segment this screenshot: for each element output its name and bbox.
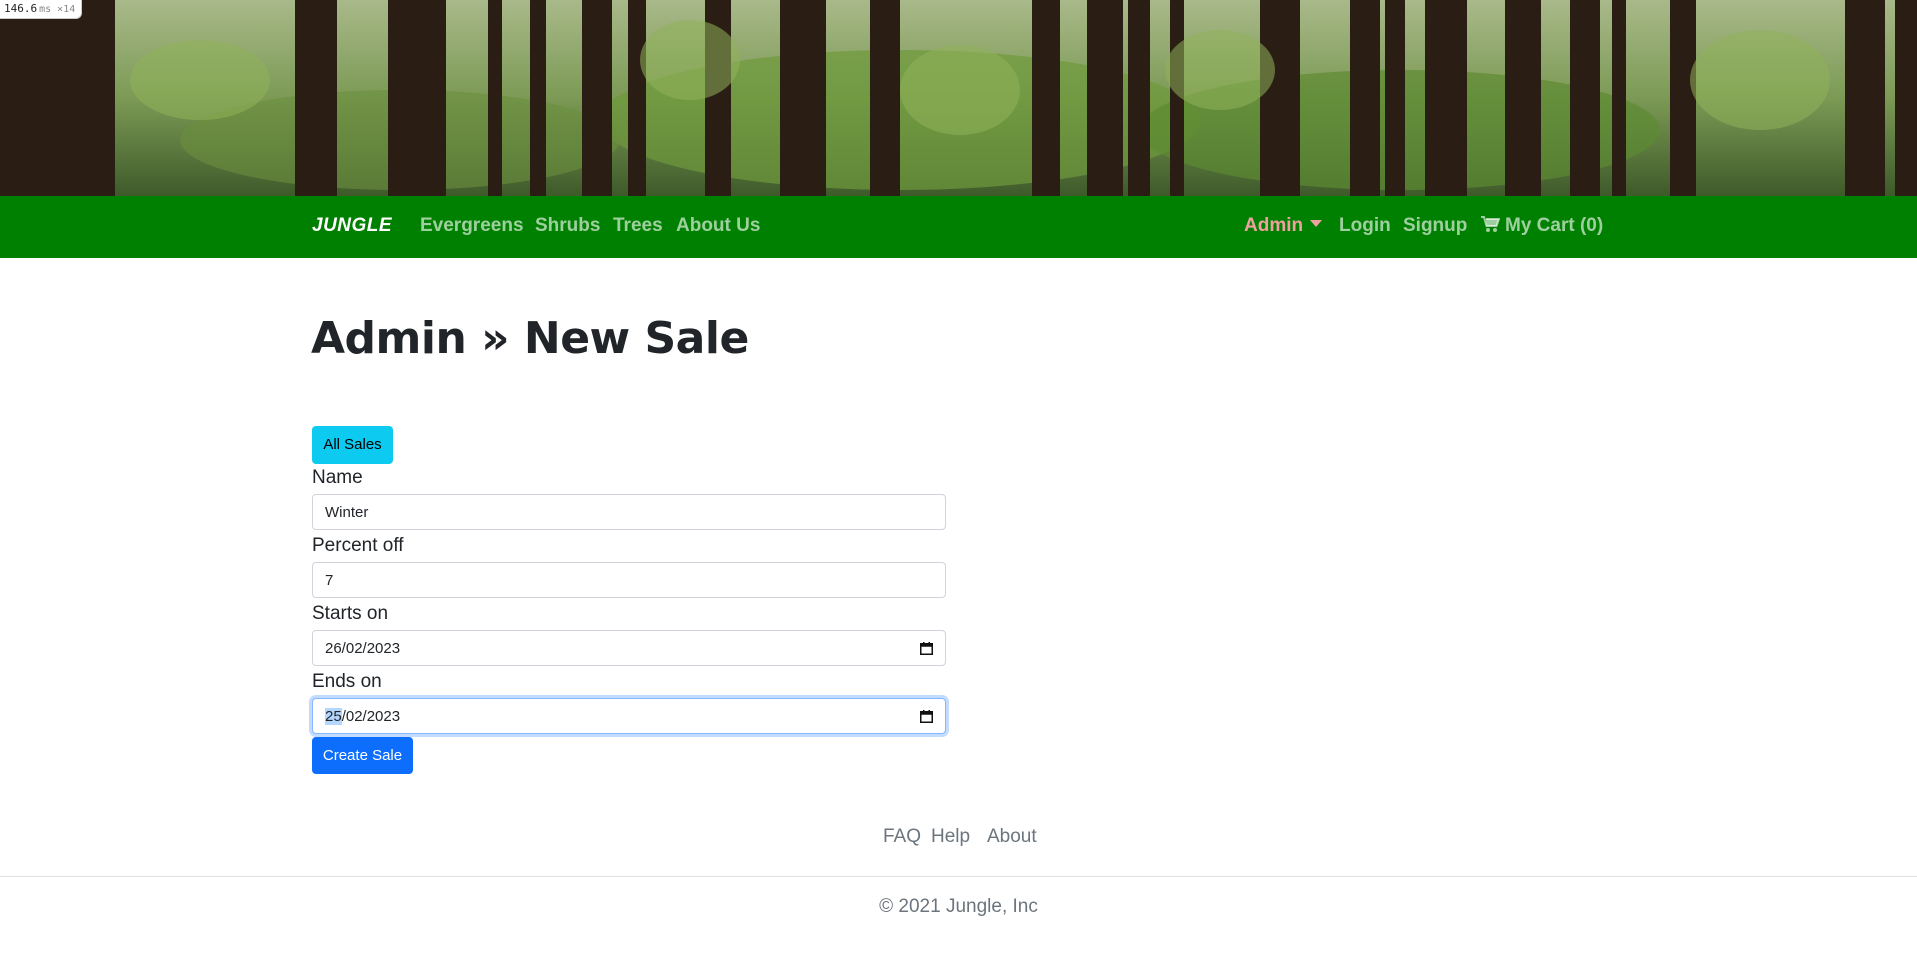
footer-link-about[interactable]: About	[987, 826, 1037, 848]
chevron-down-icon	[1310, 220, 1323, 227]
page-title: Admin » New Sale	[311, 313, 749, 364]
all-sales-button[interactable]: All Sales	[312, 426, 393, 464]
hero-banner	[0, 0, 1917, 196]
footer-link-faq[interactable]: FAQ	[883, 826, 921, 848]
brand-logo[interactable]: JUNGLE	[312, 215, 392, 237]
ends-on-label: Ends on	[312, 671, 382, 692]
percent-off-label: Percent off	[312, 535, 404, 556]
nav-link-evergreens[interactable]: Evergreens	[420, 215, 524, 237]
calendar-icon[interactable]	[920, 710, 933, 723]
ends-on-day-segment[interactable]: 25	[325, 708, 342, 725]
footer-link-help[interactable]: Help	[931, 826, 970, 848]
perf-overlay: 146.6 ms ×14	[0, 0, 83, 19]
nav-link-about-us[interactable]: About Us	[676, 215, 760, 237]
nav-link-login[interactable]: Login	[1339, 215, 1391, 237]
calendar-icon[interactable]	[920, 642, 933, 655]
starts-on-value: 26/02/2023	[325, 640, 401, 657]
ends-on-date-field[interactable]: 25/02/2023	[312, 698, 946, 734]
name-field-value: Winter	[325, 504, 369, 521]
name-field[interactable]: Winter	[312, 494, 946, 530]
forest-banner-image	[0, 0, 1917, 196]
perf-unit: ms ×14	[39, 4, 76, 15]
admin-dropdown[interactable]: Admin	[1244, 215, 1323, 237]
percent-off-value: 7	[325, 572, 334, 589]
nav-link-shrubs[interactable]: Shrubs	[535, 215, 600, 237]
percent-off-field[interactable]: 7	[312, 562, 946, 598]
nav-link-signup[interactable]: Signup	[1403, 215, 1467, 237]
footer-divider	[0, 876, 1917, 877]
nav-link-cart[interactable]: My Cart (0)	[1481, 215, 1603, 237]
create-sale-button[interactable]: Create Sale	[312, 737, 413, 774]
name-label: Name	[312, 467, 363, 488]
cart-icon	[1481, 216, 1500, 232]
ends-on-value-rest: /02/2023	[341, 708, 401, 725]
starts-on-label: Starts on	[312, 603, 389, 624]
admin-dropdown-label: Admin	[1244, 215, 1304, 236]
nav-link-trees[interactable]: Trees	[613, 215, 663, 237]
top-navbar: JUNGLE Evergreens Shrubs Trees About Us …	[0, 196, 1917, 258]
starts-on-date-field[interactable]: 26/02/2023	[312, 630, 946, 666]
copyright-text: © 2021 Jungle, Inc	[879, 896, 1038, 917]
cart-label: My Cart (0)	[1505, 215, 1604, 236]
perf-value: 146.6	[4, 2, 38, 15]
